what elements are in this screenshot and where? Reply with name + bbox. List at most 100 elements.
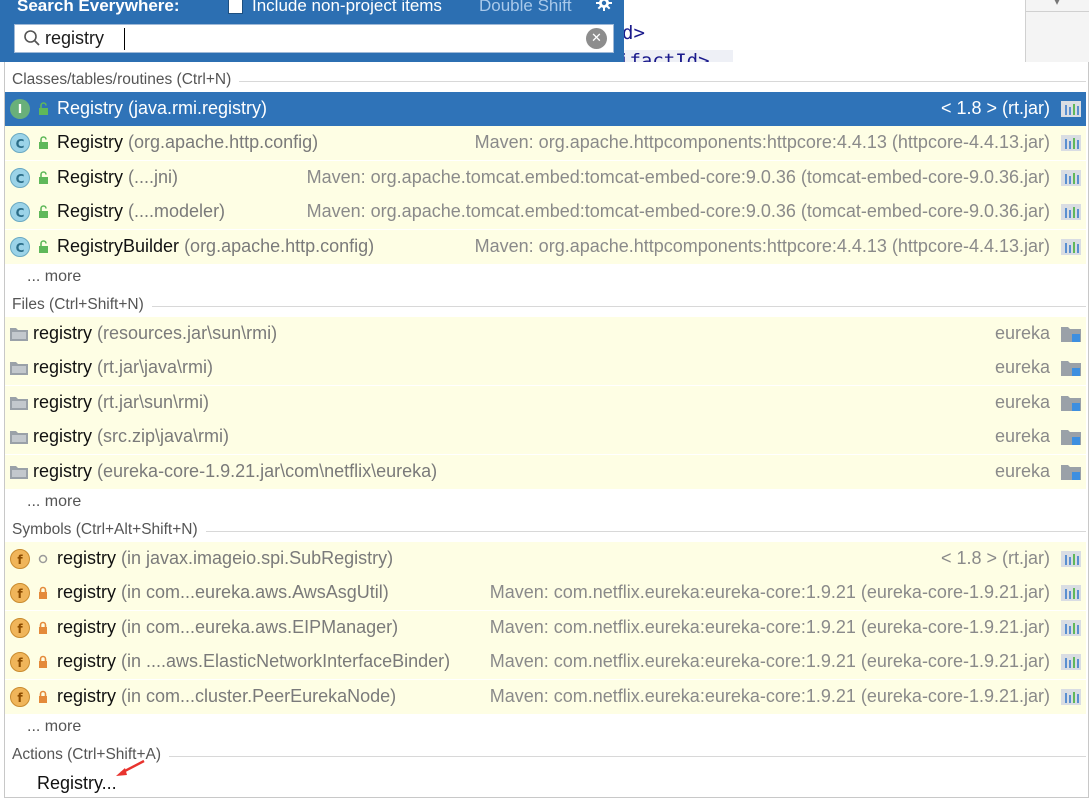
item-location: Maven: com.netflix.eureka:eureka-core:1.… xyxy=(489,651,1050,671)
list-item[interactable]: C Registry (org.apache.http.config) Mave… xyxy=(5,126,1086,160)
library-icon xyxy=(1061,135,1081,151)
list-item[interactable]: registry (resources.jar\sun\rmi) eureka xyxy=(5,317,1086,351)
item-location: Maven: org.apache.tomcat.embed:tomcat-em… xyxy=(306,201,1050,221)
list-item[interactable]: registry (eureka-core-1.9.21.jar\com\net… xyxy=(5,455,1086,489)
list-item[interactable]: registry (rt.jar\java\rmi) eureka xyxy=(5,351,1086,385)
editor-toolbar-strip: ▾ xyxy=(1025,0,1089,62)
folder-icon xyxy=(10,431,28,444)
public-visibility-icon xyxy=(39,240,48,253)
item-name: Registry xyxy=(57,98,124,118)
public-visibility-icon xyxy=(39,136,48,149)
list-item[interactable]: f registry (in ....aws.ElasticNetworkInt… xyxy=(5,645,1086,679)
library-icon xyxy=(1061,654,1081,670)
class-icon: C xyxy=(10,168,30,188)
search-results-list: Classes/tables/routines (Ctrl+N) I Regis… xyxy=(4,62,1089,798)
library-icon xyxy=(1061,585,1081,601)
clear-icon[interactable]: ✕ xyxy=(586,28,607,49)
interface-icon: I xyxy=(10,99,30,119)
item-name: registry xyxy=(57,686,117,706)
public-visibility-icon xyxy=(39,205,48,218)
private-lock-icon xyxy=(39,655,47,668)
library-icon xyxy=(1061,170,1081,186)
item-location: Maven: org.apache.httpcomponents:httpcor… xyxy=(474,236,1050,256)
search-box: ✕ xyxy=(14,24,614,53)
group-header-symbols: Symbols (Ctrl+Alt+Shift+N) xyxy=(5,520,1086,542)
item-name: registry xyxy=(33,426,93,446)
item-location: Maven: com.netflix.eureka:eureka-core:1.… xyxy=(489,582,1050,602)
library-icon xyxy=(1061,689,1081,705)
field-icon: f xyxy=(10,652,30,672)
list-item[interactable]: C Registry (....jni) Maven: org.apache.t… xyxy=(5,161,1086,195)
list-item[interactable]: f registry (in javax.imageio.spi.SubRegi… xyxy=(5,542,1086,576)
module-icon xyxy=(1061,361,1081,376)
include-non-project-checkbox[interactable] xyxy=(228,0,243,14)
list-item[interactable]: f registry (in com...eureka.aws.EIPManag… xyxy=(5,611,1086,645)
field-icon: f xyxy=(10,583,30,603)
list-item[interactable]: C Registry (....modeler) Maven: org.apac… xyxy=(5,195,1086,229)
item-location: Maven: org.apache.httpcomponents:httpcor… xyxy=(474,132,1050,152)
item-name: Registry xyxy=(57,167,124,187)
folder-icon xyxy=(10,397,28,410)
list-item[interactable]: C RegistryBuilder (org.apache.http.confi… xyxy=(5,230,1086,264)
public-visibility-icon xyxy=(39,102,48,115)
item-name: registry xyxy=(57,651,117,671)
class-icon: C xyxy=(10,202,30,222)
item-location: eureka xyxy=(994,426,1050,446)
group-header-actions: Actions (Ctrl+Shift+A) xyxy=(5,745,1086,767)
item-context: (rt.jar\sun\rmi) xyxy=(97,392,210,412)
list-item[interactable]: I Registry (java.rmi.registry) < 1.8 > (… xyxy=(5,92,1086,126)
library-icon xyxy=(1061,239,1081,255)
group-header-classes: Classes/tables/routines (Ctrl+N) xyxy=(5,70,1086,92)
item-name: registry xyxy=(33,323,93,343)
code-fragment: d> xyxy=(622,22,645,44)
more-link-classes[interactable]: ... more xyxy=(27,268,81,286)
action-item-registry[interactable]: Registry... xyxy=(37,773,117,794)
search-icon xyxy=(24,30,40,46)
list-item[interactable]: f registry (in com...cluster.PeerEurekaN… xyxy=(5,680,1086,714)
package-private-icon xyxy=(38,554,48,564)
search-input[interactable] xyxy=(45,26,585,50)
field-icon: f xyxy=(10,687,30,707)
text-caret xyxy=(124,28,125,50)
library-icon xyxy=(1061,551,1081,567)
module-icon xyxy=(1061,327,1081,342)
item-location: eureka xyxy=(994,323,1050,343)
item-name: Registry xyxy=(57,201,124,221)
item-location: Maven: org.apache.tomcat.embed:tomcat-em… xyxy=(306,167,1050,187)
chevron-down-icon[interactable]: ▾ xyxy=(1054,0,1060,8)
group-label: Symbols (Ctrl+Alt+Shift+N) xyxy=(12,521,206,539)
item-location: < 1.8 > (rt.jar) xyxy=(940,548,1050,568)
item-location: Maven: com.netflix.eureka:eureka-core:1.… xyxy=(489,617,1050,637)
item-context: (in javax.imageio.spi.SubRegistry) xyxy=(121,548,394,568)
list-item[interactable]: registry (rt.jar\sun\rmi) eureka xyxy=(5,386,1086,420)
item-name: registry xyxy=(57,548,117,568)
field-icon: f xyxy=(10,618,30,638)
list-item[interactable]: registry (src.zip\java\rmi) eureka xyxy=(5,420,1086,454)
gear-icon[interactable] xyxy=(595,0,613,17)
item-context: (java.rmi.registry) xyxy=(128,98,268,118)
more-link-files[interactable]: ... more xyxy=(27,493,81,511)
include-non-project-label[interactable]: Include non-project items xyxy=(252,0,442,16)
annotation-arrow-icon xyxy=(116,759,145,776)
item-context: (in com...cluster.PeerEurekaNode) xyxy=(121,686,397,706)
shortcut-hint: Double Shift xyxy=(479,0,572,15)
group-label: Classes/tables/routines (Ctrl+N) xyxy=(12,71,240,89)
item-name: registry xyxy=(33,392,93,412)
module-icon xyxy=(1061,430,1081,445)
module-icon xyxy=(1061,465,1081,480)
library-icon xyxy=(1061,101,1081,117)
item-name: registry xyxy=(57,582,117,602)
item-context: (in com...eureka.aws.EIPManager) xyxy=(121,617,399,637)
item-name: Registry xyxy=(57,132,124,152)
item-location: < 1.8 > (rt.jar) xyxy=(940,98,1050,118)
item-context: (....jni) xyxy=(128,167,179,187)
module-icon xyxy=(1061,396,1081,411)
item-context: (eureka-core-1.9.21.jar\com\netflix\eure… xyxy=(97,461,438,481)
item-context: (in ....aws.ElasticNetworkInterfaceBinde… xyxy=(121,651,451,671)
list-item[interactable]: f registry (in com...eureka.aws.AwsAsgUt… xyxy=(5,576,1086,610)
more-link-symbols[interactable]: ... more xyxy=(27,718,81,736)
item-name: registry xyxy=(57,617,117,637)
item-name: RegistryBuilder xyxy=(57,236,180,256)
item-name: registry xyxy=(33,461,93,481)
private-lock-icon xyxy=(39,586,47,599)
